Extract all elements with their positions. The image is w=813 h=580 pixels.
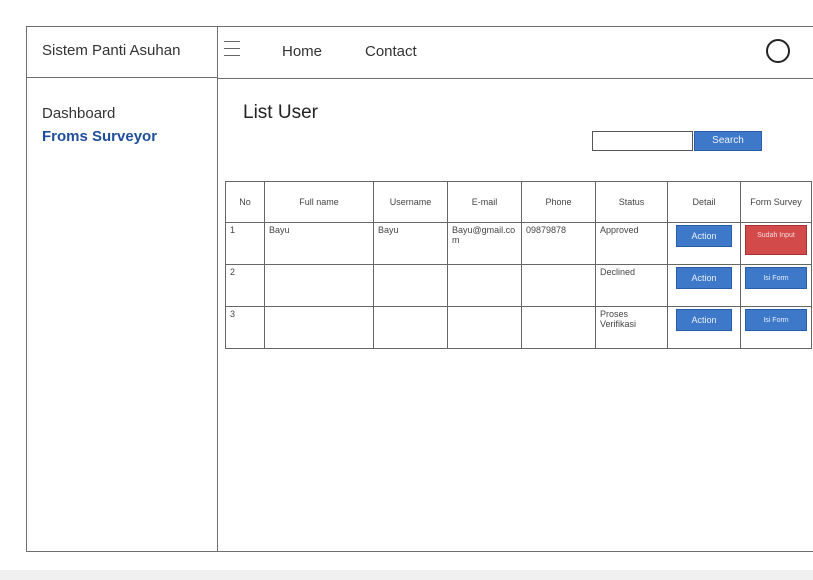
sidebar-item-dashboard[interactable]: Dashboard: [42, 105, 115, 122]
cell-detail: Action: [667, 306, 741, 349]
hamburger-icon[interactable]: [224, 41, 240, 59]
table-row: 3 Proses Verifikasi Action Isi Form: [225, 306, 812, 349]
search-button[interactable]: Search: [694, 131, 762, 151]
cell-no: 3: [225, 306, 265, 349]
user-circle-icon[interactable]: [766, 39, 790, 63]
cell-username: [373, 264, 448, 307]
cell-status: Declined: [595, 264, 668, 307]
fill-form-button[interactable]: Isi Form: [745, 267, 807, 289]
cell-username: Bayu: [373, 222, 448, 265]
sidebar-item-froms-surveyor[interactable]: Froms Surveyor: [42, 128, 157, 145]
page-title: List User: [243, 102, 318, 123]
cell-phone: 09879878: [521, 222, 596, 265]
nav-home-link[interactable]: Home: [282, 43, 322, 60]
cell-email: Bayu@gmail.com: [447, 222, 522, 265]
cell-status: Approved: [595, 222, 668, 265]
cell-form: Isi Form: [740, 306, 812, 349]
cell-form: Sudah Input: [740, 222, 812, 265]
header-status: Status: [595, 181, 668, 223]
nav-contact-link[interactable]: Contact: [365, 43, 417, 60]
cell-no: 2: [225, 264, 265, 307]
cell-email: [447, 306, 522, 349]
topbar-divider: [218, 78, 813, 79]
cell-no: 1: [225, 222, 265, 265]
header-phone: Phone: [521, 181, 596, 223]
table-row: 1 Bayu Bayu Bayu@gmail.com 09879878 Appr…: [225, 222, 812, 265]
search-input[interactable]: [592, 131, 693, 151]
cell-email: [447, 264, 522, 307]
form-done-button[interactable]: Sudah Input: [745, 225, 807, 255]
header-email: E-mail: [447, 181, 522, 223]
cell-fullname: [264, 264, 374, 307]
user-table: No Full name Username E-mail Phone Statu…: [225, 181, 812, 349]
header-detail: Detail: [667, 181, 741, 223]
sidebar: [26, 78, 218, 552]
action-button[interactable]: Action: [676, 225, 732, 247]
bottom-strip: [0, 570, 813, 580]
cell-phone: [521, 264, 596, 307]
header-username: Username: [373, 181, 448, 223]
cell-fullname: [264, 306, 374, 349]
cell-username: [373, 306, 448, 349]
cell-detail: Action: [667, 264, 741, 307]
header-fullname: Full name: [264, 181, 374, 223]
header-form-survey: Form Survey: [740, 181, 812, 223]
action-button[interactable]: Action: [676, 267, 732, 289]
header-no: No: [225, 181, 265, 223]
cell-phone: [521, 306, 596, 349]
cell-status: Proses Verifikasi: [595, 306, 668, 349]
action-button[interactable]: Action: [676, 309, 732, 331]
table-header-row: No Full name Username E-mail Phone Statu…: [225, 181, 812, 223]
fill-form-button[interactable]: Isi Form: [745, 309, 807, 331]
table-row: 2 Declined Action Isi Form: [225, 264, 812, 307]
cell-form: Isi Form: [740, 264, 812, 307]
app-brand: Sistem Panti Asuhan: [42, 42, 181, 59]
cell-detail: Action: [667, 222, 741, 265]
cell-fullname: Bayu: [264, 222, 374, 265]
